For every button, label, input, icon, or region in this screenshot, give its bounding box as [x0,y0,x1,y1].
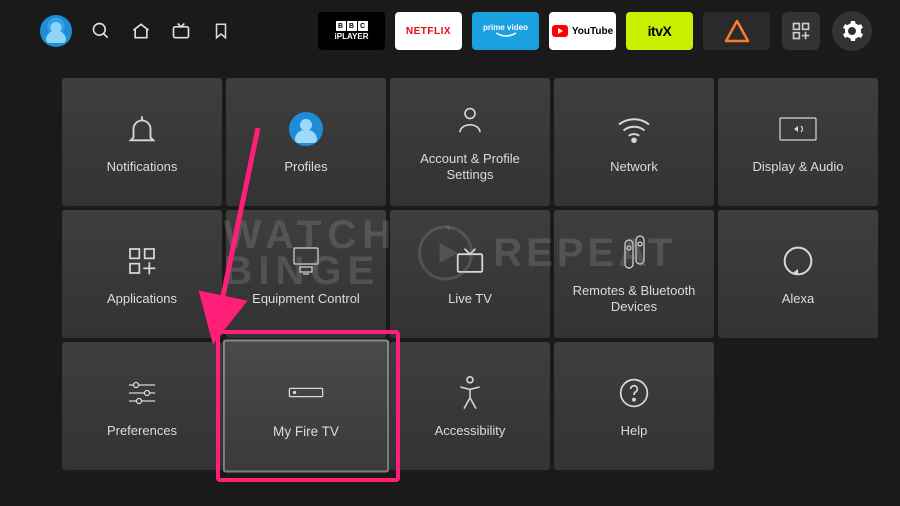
tile-network[interactable]: Network [554,78,714,206]
profiles-icon [289,109,323,149]
app-itvx[interactable]: itvX [626,12,693,50]
app-label: iPLAYER [335,33,369,41]
display-audio-icon [778,109,818,149]
tile-notifications[interactable]: Notifications [62,78,222,206]
app-unknown-triangle[interactable] [703,12,770,50]
accessibility-icon [455,373,485,413]
tile-live-tv[interactable]: Live TV [390,210,550,338]
applications-icon [126,241,158,281]
tile-preferences[interactable]: Preferences [62,342,222,470]
top-nav-bar: BBC iPLAYER NETFLIX prime video YouTube … [0,0,900,62]
tile-label: Help [613,423,656,439]
account-icon [455,101,485,141]
my-fire-tv-icon [285,372,327,414]
apps-grid-icon[interactable] [782,12,820,50]
settings-grid: Notifications Profiles Account & Profile S… [62,78,878,470]
app-label: prime video [483,24,528,32]
app-netflix[interactable]: NETFLIX [395,12,462,50]
remotes-icon [617,233,651,273]
app-prime-video[interactable]: prime video [472,12,539,50]
live-tv-icon[interactable] [164,14,198,48]
tile-equipment[interactable]: Equipment Control [226,210,386,338]
preferences-icon [125,373,159,413]
tile-help[interactable]: Help [554,342,714,470]
tile-profiles[interactable]: Profiles [226,78,386,206]
app-bbc-iplayer[interactable]: BBC iPLAYER [318,12,385,50]
tile-label: Accessibility [427,423,514,439]
equipment-icon [289,241,323,281]
app-youtube[interactable]: YouTube [549,12,616,50]
tile-label: Preferences [99,423,185,439]
tile-label: Alexa [774,291,823,307]
tile-applications[interactable]: Applications [62,210,222,338]
tile-label: Equipment Control [244,291,368,307]
tile-label: Account & Profile Settings [390,151,550,184]
home-icon[interactable] [124,14,158,48]
notifications-icon [125,109,159,149]
tile-remotes[interactable]: Remotes & Bluetooth Devices [554,210,714,338]
help-icon [618,373,650,413]
search-icon[interactable] [84,14,118,48]
app-label: itvX [648,23,672,39]
bookmark-icon[interactable] [204,14,238,48]
tile-display-audio[interactable]: Display & Audio [718,78,878,206]
app-label: NETFLIX [406,26,451,37]
settings-gear-icon[interactable] [832,11,872,51]
live-tv-icon [453,241,487,281]
tile-label: My Fire TV [265,424,348,441]
tile-label: Profiles [276,159,335,175]
tile-label: Remotes & Bluetooth Devices [554,283,714,316]
profile-avatar[interactable] [40,15,72,47]
tile-account[interactable]: Account & Profile Settings [390,78,550,206]
tile-my-fire-tv[interactable]: My Fire TV [223,339,389,472]
tile-label: Notifications [99,159,186,175]
tile-label: Live TV [440,291,500,307]
tile-alexa[interactable]: Alexa [718,210,878,338]
alexa-icon [782,241,814,281]
network-icon [616,109,652,149]
app-label: YouTube [572,26,613,37]
tile-label: Network [602,159,666,175]
tile-label: Applications [99,291,185,307]
tile-accessibility[interactable]: Accessibility [390,342,550,470]
tile-label: Display & Audio [744,159,851,175]
